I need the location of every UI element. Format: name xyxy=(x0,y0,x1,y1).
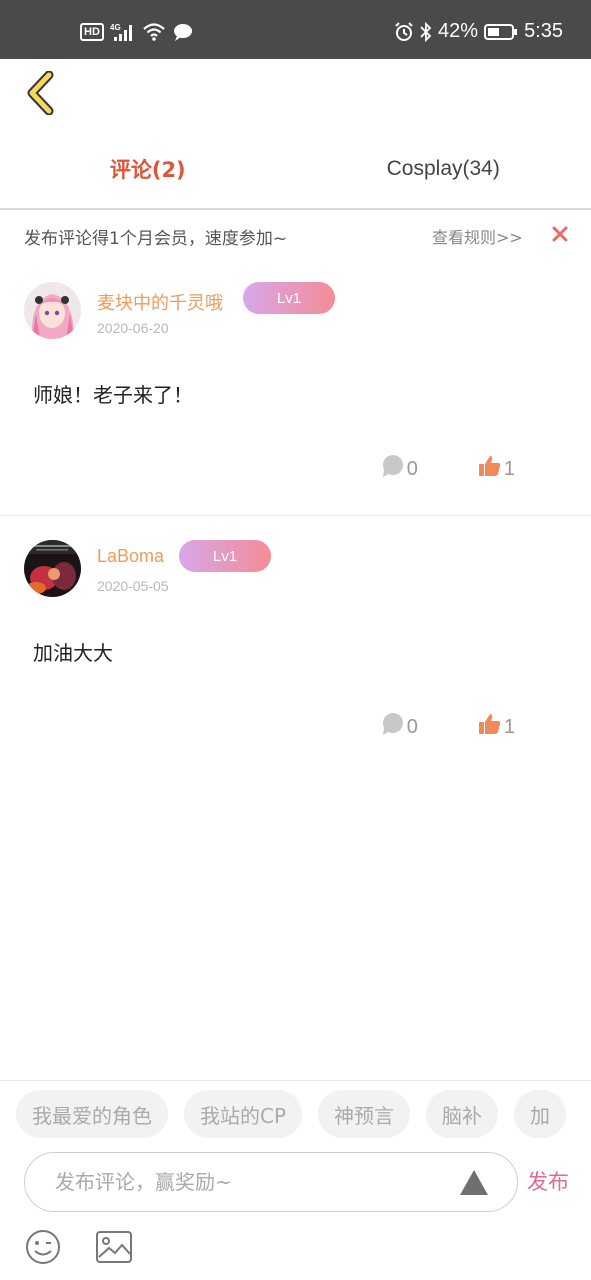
quick-tag[interactable]: 脑补 xyxy=(426,1090,499,1138)
clock: 5:35 xyxy=(524,20,563,42)
image-icon[interactable] xyxy=(95,1230,133,1264)
comment-input[interactable] xyxy=(55,1153,455,1211)
back-button[interactable] xyxy=(18,70,62,120)
status-right: 42% 5:35 xyxy=(394,20,563,43)
reply-count: 0 xyxy=(406,457,418,480)
message-icon xyxy=(172,22,194,42)
close-icon[interactable] xyxy=(548,222,572,246)
reply-count: 0 xyxy=(406,715,418,738)
comment-text: 师娘！老子来了！ xyxy=(33,383,193,407)
signal-icon: 4G xyxy=(110,22,136,42)
status-left: HD 4G xyxy=(80,22,194,42)
level-badge: Lv1 xyxy=(179,540,271,572)
username[interactable]: 麦块中的千灵哦 xyxy=(97,289,223,315)
reply-button[interactable]: 0 xyxy=(381,454,418,484)
battery-percent: 42% xyxy=(438,20,479,42)
username[interactable]: LaBoma xyxy=(97,546,164,567)
like-button[interactable]: 1 xyxy=(478,712,515,742)
comment-icon xyxy=(381,454,405,484)
like-button[interactable]: 1 xyxy=(478,454,515,484)
battery-icon xyxy=(484,23,518,41)
reply-button[interactable]: 0 xyxy=(381,712,418,742)
tab-bar: 评论(2) Cosplay(34) xyxy=(0,130,591,210)
comment-item: LaBoma Lv1 2020-05-05 加油大大 0 1 xyxy=(0,516,591,746)
comment-input-box xyxy=(24,1152,518,1212)
composer-divider xyxy=(0,1080,591,1081)
svg-text:4G: 4G xyxy=(110,23,121,32)
quick-tag[interactable]: 加 xyxy=(514,1090,567,1138)
emoji-icon[interactable] xyxy=(24,1228,62,1266)
view-rules-link[interactable]: 查看规则>> xyxy=(432,224,523,248)
notice-text: 发布评论得1个月会员，速度参加~ xyxy=(24,228,288,249)
wifi-icon xyxy=(142,22,166,42)
quick-tag[interactable]: 我最爱的角色 xyxy=(16,1090,168,1138)
tab-comments[interactable]: 评论(2) xyxy=(0,130,296,208)
chevron-left-icon xyxy=(25,70,55,119)
quick-tags: 我最爱的角色 我站的CP 神预言 脑补加 xyxy=(16,1090,591,1138)
alarm-icon xyxy=(394,21,414,42)
like-count: 1 xyxy=(503,715,515,738)
quick-tag[interactable]: 神预言 xyxy=(318,1090,411,1138)
quick-tag[interactable]: 我站的CP xyxy=(184,1090,303,1138)
hd-icon: HD xyxy=(80,23,104,41)
comment-actions: 0 1 xyxy=(381,712,515,742)
tab-cosplay[interactable]: Cosplay(34) xyxy=(296,130,591,208)
caret-up-icon[interactable] xyxy=(459,1167,489,1197)
comment-item: 麦块中的千灵哦 Lv1 2020-06-20 师娘！老子来了！ 0 1 xyxy=(0,260,591,515)
comment-icon xyxy=(381,712,405,742)
comment-text: 加油大大 xyxy=(33,641,113,665)
thumbs-up-icon xyxy=(478,712,502,742)
thumbs-up-icon xyxy=(478,454,502,484)
bluetooth-icon xyxy=(420,21,432,42)
notice-bar: 发布评论得1个月会员，速度参加~ 查看规则>> xyxy=(0,212,591,260)
comment-date: 2020-05-05 xyxy=(97,578,169,594)
avatar[interactable] xyxy=(24,540,81,597)
status-bar: HD 4G 42% 5:35 xyxy=(0,0,591,59)
comment-actions: 0 1 xyxy=(381,454,515,484)
like-count: 1 xyxy=(503,457,515,480)
level-badge: Lv1 xyxy=(243,282,335,314)
comment-date: 2020-06-20 xyxy=(97,320,169,336)
publish-button[interactable]: 发布 xyxy=(527,1166,569,1196)
avatar[interactable] xyxy=(24,282,81,339)
